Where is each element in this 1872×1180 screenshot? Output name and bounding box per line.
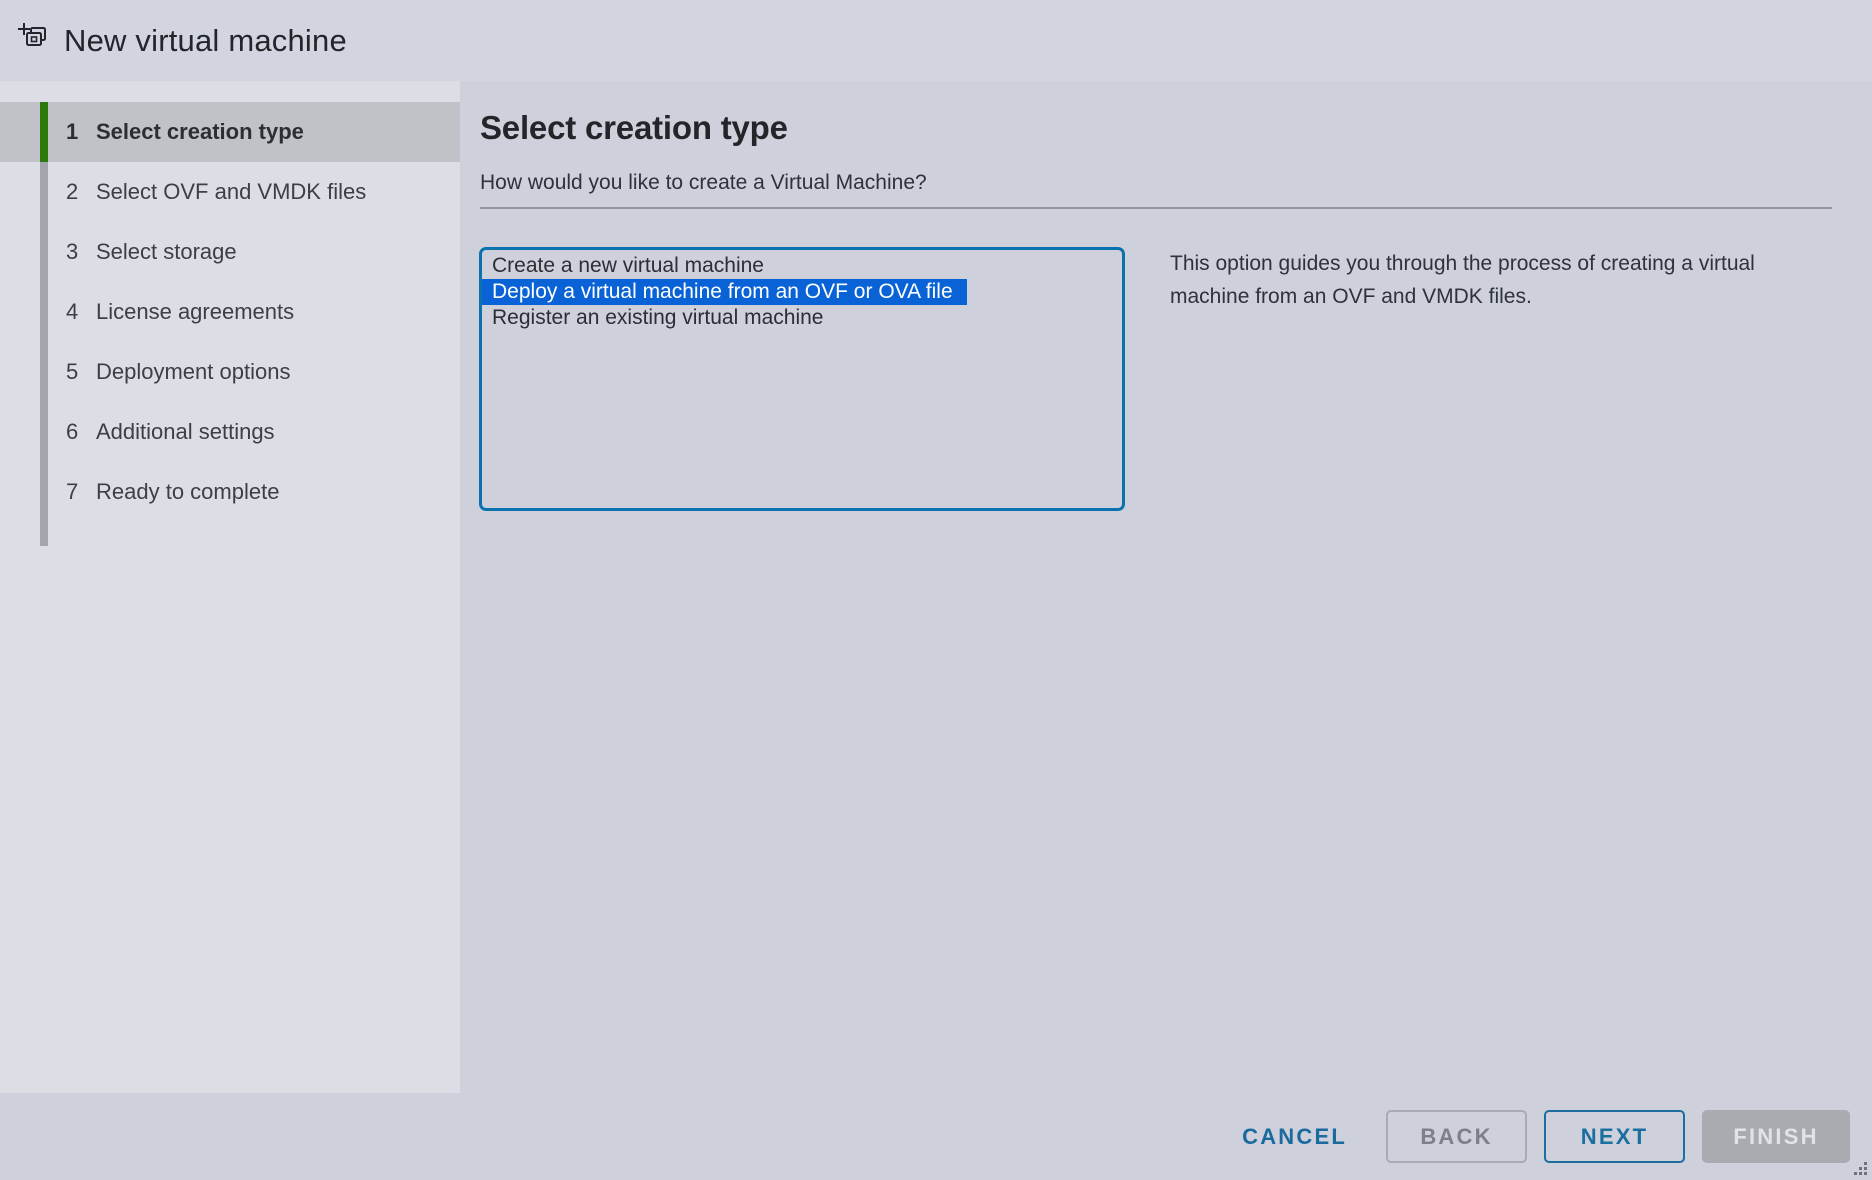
step-number: 4: [66, 299, 79, 324]
sidebar-step-1[interactable]: 1 Select creation type: [0, 102, 460, 162]
step-label: Select creation type: [96, 119, 304, 144]
creation-type-listbox[interactable]: Create a new virtual machine Deploy a vi…: [479, 247, 1125, 511]
option-description: This option guides you through the proce…: [1170, 252, 1755, 308]
option-deploy-from-ovf[interactable]: Deploy a virtual machine from an OVF or …: [482, 279, 967, 305]
next-button[interactable]: NEXT: [1544, 1110, 1685, 1163]
window-title: New virtual machine: [64, 22, 347, 58]
back-button[interactable]: BACK: [1386, 1110, 1527, 1163]
option-create-new-vm[interactable]: Create a new virtual machine: [482, 253, 1122, 279]
step-label: Select OVF and VMDK files: [96, 179, 367, 204]
footer-button-group: CANCEL BACK NEXT FINISH: [1220, 1110, 1850, 1163]
cancel-button[interactable]: CANCEL: [1220, 1110, 1369, 1163]
wizard-main-panel: Select creation type How would you like …: [460, 81, 1872, 1093]
listbox-row: Create a new virtual machine: [482, 253, 1122, 279]
finish-button[interactable]: FINISH: [1702, 1110, 1850, 1163]
option-register-existing-vm[interactable]: Register an existing virtual machine: [482, 305, 1122, 331]
new-vm-icon: [14, 19, 54, 59]
step-label: Select storage: [96, 239, 237, 264]
wizard-step-sidebar: 1 Select creation type 2 Select OVF and …: [0, 81, 460, 1093]
window-resize-grip[interactable]: [1851, 1159, 1867, 1175]
page-subtitle: How would you like to create a Virtual M…: [480, 171, 927, 194]
new-virtual-machine-wizard: New virtual machine 1 Select creation ty…: [0, 0, 1872, 1180]
sidebar-step-3[interactable]: 3 Select storage: [0, 222, 460, 282]
header-divider: [480, 207, 1832, 209]
step-label: Additional settings: [96, 419, 275, 444]
window-titlebar: New virtual machine: [0, 0, 1872, 81]
step-list: 1 Select creation type 2 Select OVF and …: [0, 81, 460, 546]
sidebar-step-7[interactable]: 7 Ready to complete: [0, 462, 460, 522]
step-number: 7: [66, 479, 79, 504]
step-number: 5: [66, 359, 79, 384]
step-label: Deployment options: [96, 359, 291, 384]
step-label: Ready to complete: [96, 479, 280, 504]
wizard-footer: CANCEL BACK NEXT FINISH: [0, 1093, 1872, 1180]
sidebar-step-2[interactable]: 2 Select OVF and VMDK files: [0, 162, 460, 222]
listbox-row: Register an existing virtual machine: [482, 305, 1122, 331]
step-number: 1: [66, 119, 79, 144]
listbox-row: Deploy a virtual machine from an OVF or …: [482, 279, 1122, 305]
step-number: 2: [66, 179, 79, 204]
sidebar-step-4[interactable]: 4 License agreements: [0, 282, 460, 342]
step-number: 6: [66, 419, 79, 444]
sidebar-step-6[interactable]: 6 Additional settings: [0, 402, 460, 462]
active-step-accent-bar: [40, 102, 48, 162]
page-title: Select creation type: [480, 109, 788, 146]
sidebar-step-5[interactable]: 5 Deployment options: [0, 342, 460, 402]
step-number: 3: [66, 239, 79, 264]
step-label: License agreements: [96, 299, 295, 324]
